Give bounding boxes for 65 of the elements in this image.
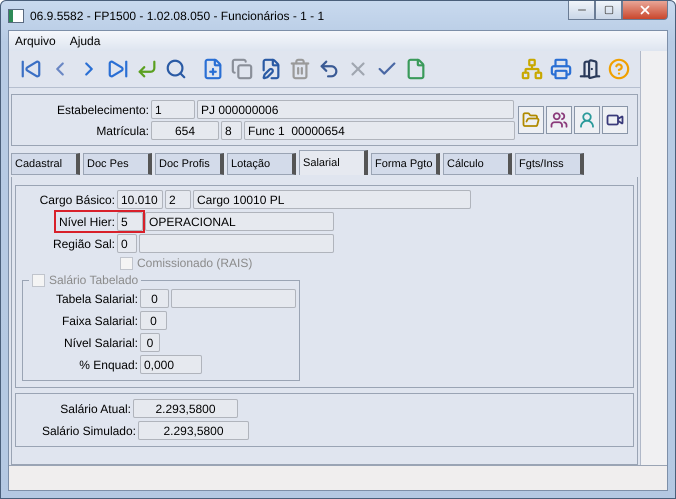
skip-back-icon: [20, 58, 42, 80]
window-title: 06.9.5582 - FP1500 - 1.02.08.050 - Funcionários - 1 - 1: [30, 8, 326, 22]
maximize-icon: [604, 5, 614, 15]
text-field[interactable]: 2.293,5800: [138, 421, 249, 440]
printer-icon: [550, 58, 572, 80]
search-icon: [164, 58, 186, 80]
field-label: Estabelecimento:: [56, 102, 149, 116]
text-field[interactable]: Cargo 10010 PL: [193, 190, 471, 209]
open-folder-button[interactable]: [518, 106, 544, 134]
checkbox-label: Salário Tabelado: [49, 273, 138, 287]
menu-item[interactable]: Arquivo: [15, 34, 56, 48]
text-field[interactable]: [171, 289, 296, 308]
tab[interactable]: Salarial: [299, 150, 368, 175]
folder-icon: [522, 111, 540, 129]
text-field[interactable]: Func 1 00000654: [244, 121, 515, 140]
field-label: Região Sal:: [52, 236, 115, 250]
tab[interactable]: Cálculo: [443, 153, 512, 175]
tab[interactable]: Forma Pgto: [371, 153, 440, 175]
maximize-button[interactable]: [595, 1, 622, 20]
tab[interactable]: Doc Profis: [155, 153, 224, 175]
text-field[interactable]: OPERACIONAL: [145, 212, 334, 231]
text-field[interactable]: [139, 234, 334, 253]
camera-button[interactable]: [602, 106, 628, 134]
minimize-button[interactable]: [568, 1, 595, 20]
tab[interactable]: Lotação: [227, 153, 296, 175]
text-field[interactable]: 8: [221, 121, 242, 140]
tab[interactable]: Fgts/Inss: [515, 153, 584, 175]
blank-page-icon: [404, 58, 426, 80]
text-field[interactable]: 0: [117, 234, 137, 253]
enter-arrow-icon: [136, 58, 158, 80]
tab[interactable]: Cadastral: [11, 153, 80, 175]
text-field[interactable]: 5: [117, 212, 143, 231]
new-document-icon: [202, 58, 224, 80]
copy-icon: [230, 58, 252, 80]
text-field[interactable]: 2.293,5800: [133, 399, 238, 418]
field-label: Salário Atual:: [59, 402, 131, 416]
checkbox-label: Comissionado (RAIS): [137, 256, 252, 270]
tab[interactable]: Doc Pes: [83, 153, 152, 175]
text-field[interactable]: 1: [151, 100, 195, 119]
text-field[interactable]: PJ 000000006: [197, 100, 514, 119]
field-label: Nível Salarial:: [62, 336, 138, 350]
people-button[interactable]: [546, 106, 572, 134]
menu-item[interactable]: Ajuda: [70, 34, 100, 48]
help-icon: [608, 58, 630, 80]
field-label: Salário Simulado:: [40, 424, 136, 438]
edit-document-icon: [260, 58, 282, 80]
trash-icon: [288, 58, 310, 80]
close-icon: [638, 3, 652, 17]
app-icon: [8, 8, 24, 22]
text-field[interactable]: 2: [165, 190, 191, 209]
door-icon: [578, 58, 600, 80]
people-icon: [550, 111, 568, 129]
field-label: Tabela Salarial:: [54, 292, 138, 306]
text-field[interactable]: 654: [151, 121, 219, 140]
field-label: Cargo Básico:: [40, 192, 115, 206]
field-label: % Enquad:: [78, 358, 138, 372]
field-label: Faixa Salarial:: [60, 314, 138, 328]
skip-forward-icon: [106, 58, 128, 80]
text-field[interactable]: 10.010: [117, 190, 163, 209]
field-label: Nível Hier:: [58, 214, 115, 228]
undo-icon: [318, 58, 340, 80]
field-label: Matrícula:: [95, 124, 149, 138]
person-icon: [578, 111, 596, 129]
tree-icon: [520, 58, 542, 80]
close-button[interactable]: [622, 1, 668, 20]
